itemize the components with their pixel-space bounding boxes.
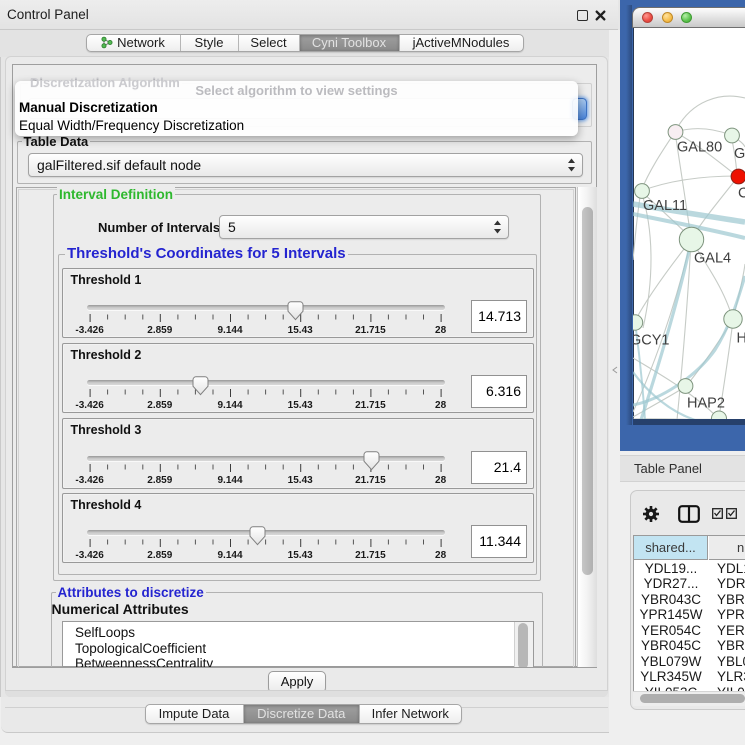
svg-text:C: C xyxy=(738,185,745,201)
svg-text:GA: GA xyxy=(734,146,745,162)
svg-text:GCY1: GCY1 xyxy=(633,332,670,348)
svg-text:H: H xyxy=(737,330,745,346)
svg-text:GAL80: GAL80 xyxy=(677,139,722,155)
svg-text:GAL4: GAL4 xyxy=(694,250,731,266)
svg-text:HAP2: HAP2 xyxy=(687,395,725,411)
svg-text:GAL11: GAL11 xyxy=(643,198,687,214)
